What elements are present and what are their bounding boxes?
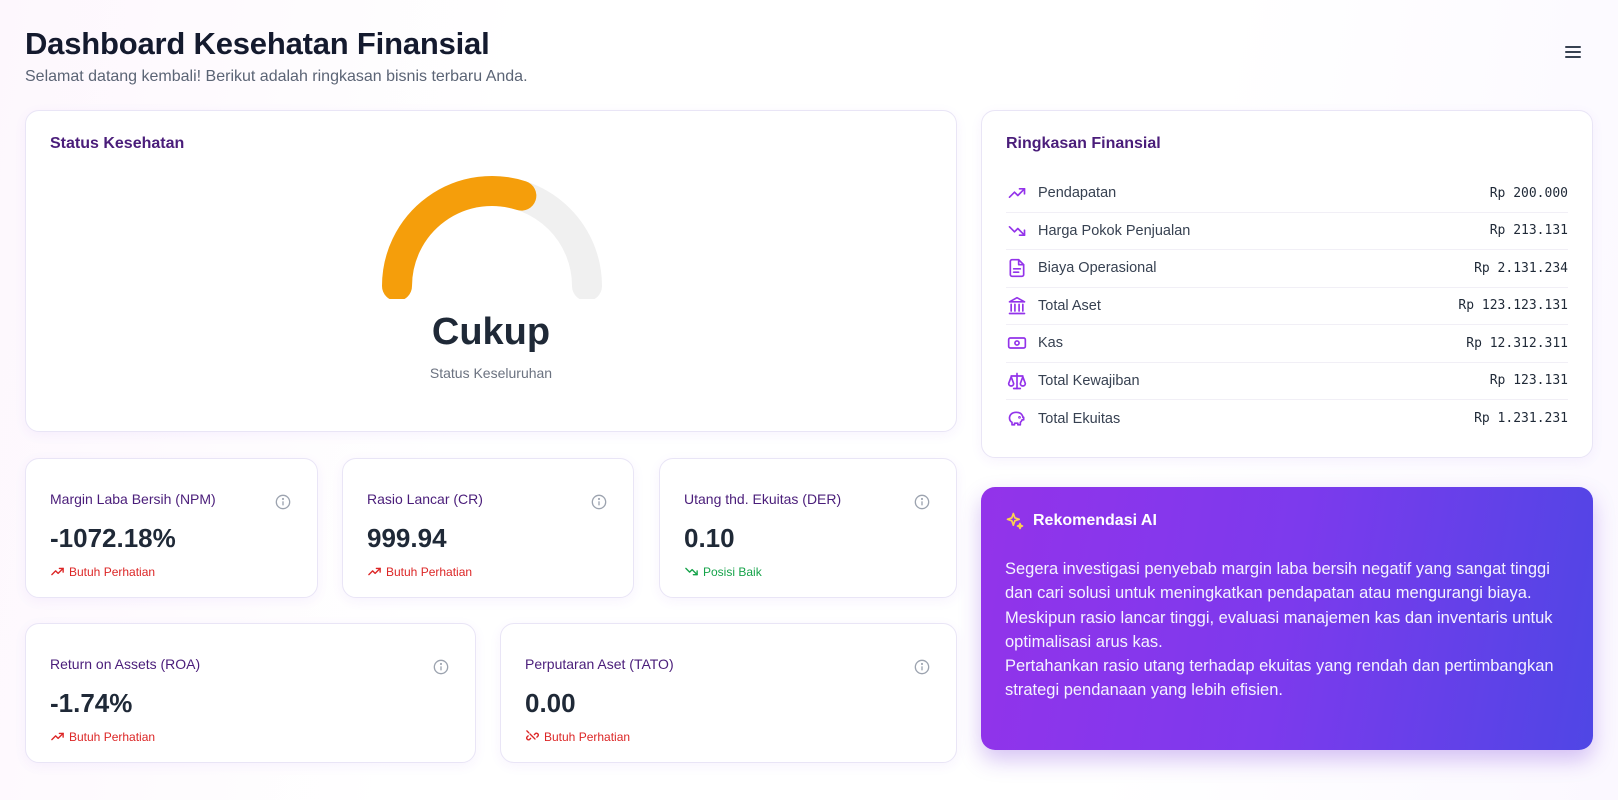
info-icon[interactable]: [433, 659, 449, 680]
summary-row-total-ekuitas: Total Ekuitas Rp 1.231.231: [1006, 400, 1568, 438]
ai-recommendation-card: Rekomendasi AI Segera investigasi penyeb…: [981, 487, 1593, 750]
metric-card-npm: Margin Laba Bersih (NPM) -1072.18% Butuh…: [25, 458, 318, 598]
metric-status-text: Posisi Baik: [703, 564, 762, 579]
sparkles-icon: [1006, 512, 1024, 530]
scale-icon: [1006, 370, 1028, 392]
summary-row-pendapatan: Pendapatan Rp 200.000: [1006, 175, 1568, 213]
health-status-value: Cukup: [431, 311, 551, 353]
trending-up-icon: [1006, 182, 1028, 204]
summary-value: Rp 12.312.311: [1466, 335, 1568, 351]
summary-value: Rp 123.131: [1489, 373, 1568, 389]
health-status-label: Status Keseluruhan: [429, 365, 553, 381]
ai-recommendation-title: Rekomendasi AI: [1033, 512, 1157, 529]
info-icon[interactable]: [914, 659, 930, 680]
metric-label: Rasio Lancar (CR): [367, 491, 483, 507]
ai-recommendation-line: Meskipun rasio lancar tinggi, evaluasi m…: [1005, 608, 1553, 651]
gauge-fill: [382, 176, 537, 299]
ai-recommendation-text: Segera investigasi penyebab margin laba …: [1005, 557, 1569, 703]
summary-row-hpp: Harga Pokok Penjualan Rp 213.131: [1006, 213, 1568, 250]
bank-icon: [1006, 295, 1028, 317]
metric-card-tato: Perputaran Aset (TATO) 0.00 Butuh Perhat…: [500, 623, 957, 763]
metric-label: Return on Assets (ROA): [50, 656, 201, 672]
summary-value: Rp 123.123.131: [1458, 298, 1568, 314]
summary-row-biaya-operasional: Biaya Operasional Rp 2.131.234: [1006, 250, 1568, 288]
metric-status: Butuh Perhatian: [525, 729, 630, 744]
summary-label: Total Aset: [1038, 297, 1101, 314]
metric-value: -1.74%: [50, 688, 133, 718]
metric-card-roa: Return on Assets (ROA) -1.74% Butuh Perh…: [25, 623, 476, 763]
metric-status-text: Butuh Perhatian: [69, 729, 156, 744]
info-icon[interactable]: [591, 494, 607, 515]
cash-icon: [1006, 332, 1028, 354]
summary-label: Total Kewajiban: [1038, 372, 1140, 389]
metric-value: 999.94: [367, 523, 447, 553]
page-header: Dashboard Kesehatan Finansial Selamat da…: [25, 26, 528, 86]
summary-value: Rp 2.131.234: [1474, 260, 1568, 276]
metric-status-text: Butuh Perhatian: [544, 729, 631, 744]
document-icon: [1006, 257, 1028, 279]
financial-summary-list: Pendapatan Rp 200.000 Harga Pokok Penjua…: [1006, 175, 1568, 438]
trending-down-icon: [685, 567, 698, 576]
health-status-card: Status Kesehatan Cukup Status Keseluruha…: [25, 110, 957, 432]
metric-status: Butuh Perhatian: [50, 564, 155, 579]
summary-row-total-aset: Total Aset Rp 123.123.131: [1006, 288, 1568, 325]
summary-label: Pendapatan: [1038, 185, 1117, 202]
metric-card-cr: Rasio Lancar (CR) 999.94 Butuh Perhatian: [342, 458, 634, 598]
summary-value: Rp 213.131: [1489, 223, 1568, 239]
metric-value: -1072.18%: [50, 523, 176, 553]
summary-row-total-kewajiban: Total Kewajiban Rp 123.131: [1006, 363, 1568, 400]
summary-value: Rp 200.000: [1489, 185, 1568, 201]
trending-up-icon: [51, 732, 64, 741]
trending-up-icon: [51, 567, 64, 576]
metric-card-der: Utang thd. Ekuitas (DER) 0.10 Posisi Bai…: [659, 458, 957, 598]
metric-label: Margin Laba Bersih (NPM): [50, 491, 216, 507]
info-icon[interactable]: [914, 494, 930, 515]
metric-status: Butuh Perhatian: [367, 564, 472, 579]
page-title: Dashboard Kesehatan Finansial: [25, 26, 490, 61]
metric-status: Posisi Baik: [684, 564, 762, 579]
summary-label: Harga Pokok Penjualan: [1038, 222, 1191, 239]
metric-label: Perputaran Aset (TATO): [525, 656, 674, 672]
page-subtitle: Selamat datang kembali! Berikut adalah r…: [25, 68, 528, 85]
piggy-bank-icon: [1006, 408, 1028, 430]
financial-summary-card: Ringkasan Finansial Pendapatan Rp 200.00…: [981, 110, 1593, 458]
metric-value: 0.10: [684, 523, 735, 553]
summary-label: Biaya Operasional: [1038, 260, 1157, 277]
metric-status: Butuh Perhatian: [50, 729, 155, 744]
ai-recommendation-line: Segera investigasi penyebab margin laba …: [1005, 560, 1550, 603]
summary-value: Rp 1.231.231: [1474, 411, 1568, 427]
trending-down-icon: [1006, 220, 1028, 242]
ai-recommendation-header: Rekomendasi AI: [1005, 511, 1157, 531]
financial-summary-title: Ringkasan Finansial: [1006, 135, 1161, 152]
ai-recommendation-line: Pertahankan rasio utang terhadap ekuitas…: [1005, 657, 1554, 700]
summary-label: Kas: [1038, 335, 1063, 352]
broken-link-icon: [526, 730, 539, 741]
health-status-title: Status Kesehatan: [50, 135, 185, 152]
metric-status-text: Butuh Perhatian: [69, 564, 156, 579]
summary-row-kas: Kas Rp 12.312.311: [1006, 325, 1568, 363]
info-icon[interactable]: [275, 494, 291, 515]
trending-up-icon: [368, 567, 381, 576]
metric-status-text: Butuh Perhatian: [386, 564, 473, 579]
metric-label: Utang thd. Ekuitas (DER): [684, 491, 842, 507]
menu-icon[interactable]: [1565, 46, 1581, 62]
health-gauge: [382, 176, 602, 299]
summary-label: Total Ekuitas: [1038, 410, 1121, 427]
metric-value: 0.00: [525, 688, 576, 718]
